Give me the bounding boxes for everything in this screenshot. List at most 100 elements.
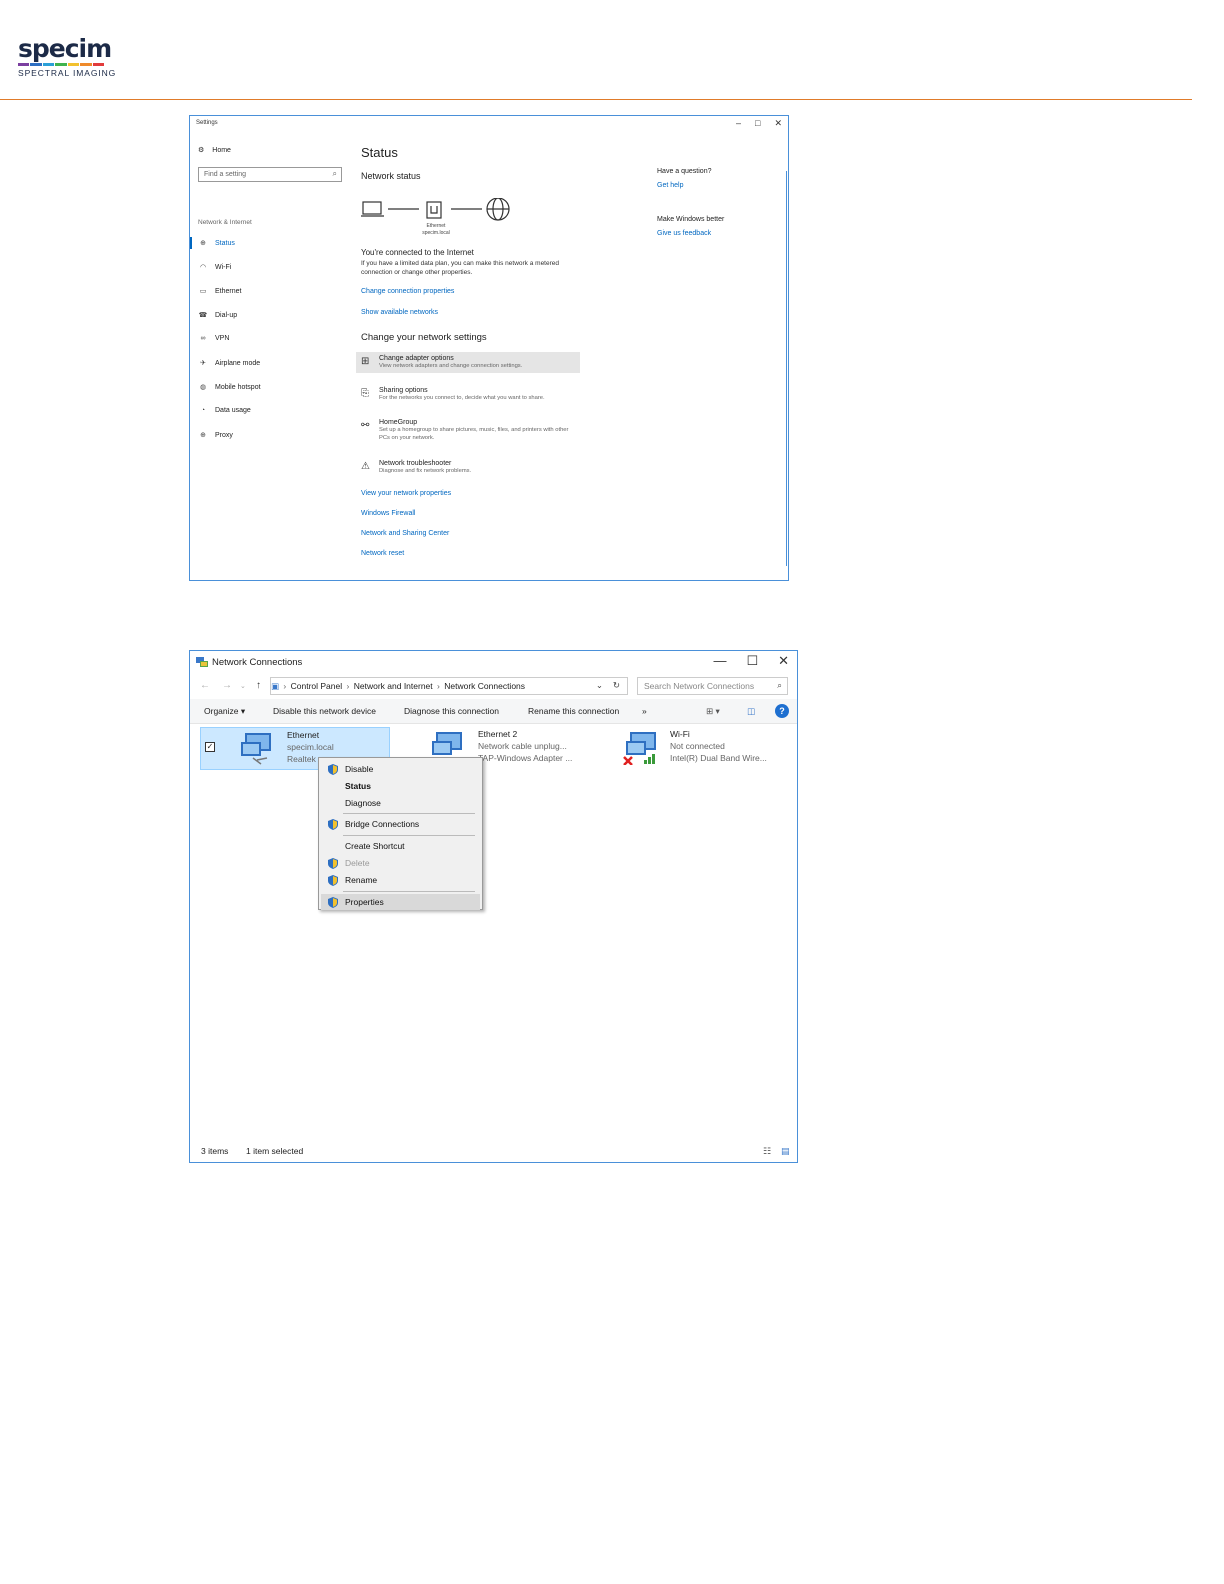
sidebar-item-label: Dial-up (215, 311, 238, 319)
warning-icon: ⚠ (361, 461, 370, 472)
sidebar-item-ethernet[interactable]: ▭ Ethernet (198, 287, 242, 296)
status-icon: ⊕ (200, 240, 206, 247)
network-reset-link[interactable]: Network reset (361, 550, 404, 557)
get-help-link[interactable]: Get help (657, 182, 683, 189)
logo-tagline: SPECTRAL IMAGING (18, 68, 117, 78)
menu-item-label: Status (345, 781, 371, 791)
refresh-icon[interactable]: ↻ (613, 680, 620, 691)
close-button[interactable]: ✕ (774, 118, 782, 129)
maximize-button[interactable]: □ (755, 118, 760, 129)
windows-firewall-link[interactable]: Windows Firewall (361, 510, 415, 517)
menu-separator (343, 813, 475, 814)
menu-item-diagnose[interactable]: Diagnose (321, 795, 480, 811)
minimize-button[interactable]: — (713, 653, 726, 669)
item-checkbox[interactable]: ✓ (205, 742, 215, 752)
change-adapter-options[interactable]: ⊞ Change adapter options View network ad… (356, 352, 580, 373)
sidebar-item-data-usage[interactable]: ◔ Data usage (198, 407, 251, 414)
homegroup-option[interactable]: ⚯ HomeGroup Set up a homegroup to share … (356, 416, 580, 445)
option-desc: For the networks you connect to, decide … (379, 395, 545, 401)
breadcrumb-item[interactable]: Control Panel (291, 681, 343, 691)
menu-item-label: Properties (345, 897, 384, 907)
sharing-icon: ⎘ (361, 388, 369, 399)
menu-item-label: Create Shortcut (345, 841, 405, 851)
view-network-properties-link[interactable]: View your network properties (361, 490, 451, 497)
connected-text: You're connected to the Internet (361, 248, 474, 257)
show-available-networks-link[interactable]: Show available networks (361, 309, 438, 316)
sidebar-item-airplane[interactable]: ✈ Airplane mode (198, 359, 261, 368)
back-arrow-icon[interactable]: ← (200, 680, 210, 691)
option-title: HomeGroup (379, 419, 418, 426)
command-bar: Organize ▾ Disable this network device D… (190, 699, 797, 724)
sidebar-item-vpn[interactable]: ∞ VPN (198, 335, 230, 342)
data-usage-icon: ◔ (200, 407, 206, 414)
help-icon[interactable]: ? (775, 704, 789, 718)
menu-item-disable[interactable]: Disable (321, 761, 480, 777)
network-troubleshooter[interactable]: ⚠ Network troubleshooter Diagnose and fi… (356, 457, 580, 478)
breadcrumb[interactable]: ▣ › Control Panel › Network and Internet… (270, 677, 628, 695)
connection-adapter: TAP-Windows Adapter ... (478, 753, 573, 763)
uac-shield-icon (328, 819, 338, 830)
menu-item-rename[interactable]: Rename (321, 872, 480, 888)
sidebar-home[interactable]: ⚙ Home (198, 146, 231, 155)
details-view-icon[interactable]: ☷ (763, 1146, 771, 1157)
sidebar-item-label: Data usage (215, 407, 251, 414)
header-rule (0, 99, 1192, 100)
more-commands-button[interactable]: » (642, 706, 647, 716)
recent-chevron-icon[interactable]: ⌄ (240, 682, 246, 690)
find-setting-input[interactable]: Find a setting ⌕ (198, 167, 342, 182)
sidebar-item-wifi[interactable]: ◠ Wi-Fi (198, 263, 231, 272)
connection-name: Wi-Fi (670, 729, 690, 739)
preview-pane-icon[interactable]: ◫ (747, 706, 755, 717)
uac-shield-icon (328, 875, 338, 886)
homegroup-icon: ⚯ (361, 420, 370, 431)
sidebar-item-status[interactable]: ⊕ Status (190, 237, 235, 249)
diagnose-connection-button[interactable]: Diagnose this connection (404, 706, 499, 716)
laptop-icon (361, 201, 384, 217)
dropdown-icon[interactable]: ⌄ (596, 680, 603, 691)
breadcrumb-item[interactable]: Network and Internet (354, 681, 433, 691)
menu-item-delete: Delete (321, 855, 480, 871)
change-connection-properties-link[interactable]: Change connection properties (361, 288, 454, 295)
chevron-right-icon: › (437, 681, 440, 691)
diagram-sub: specim.local (422, 230, 450, 236)
wifi-icon: ◠ (199, 264, 207, 271)
network-status-heading: Network status (361, 171, 421, 181)
menu-item-create-shortcut[interactable]: Create Shortcut (321, 838, 480, 854)
breadcrumb-item[interactable]: Network Connections (444, 681, 525, 691)
large-icons-view-icon[interactable]: ▤ (781, 1146, 790, 1157)
uac-shield-icon (328, 764, 338, 775)
diagram-label: Ethernet (426, 223, 446, 229)
minimize-button[interactable]: – (736, 118, 741, 129)
hotspot-icon: ◍ (199, 384, 207, 391)
sidebar-item-hotspot[interactable]: ◍ Mobile hotspot (198, 383, 261, 392)
search-input[interactable]: Search Network Connections ⌕ (637, 677, 788, 695)
page-title: Status (361, 145, 398, 160)
connection-wifi[interactable]: Wi-Fi Not connected Intel(R) Dual Band W… (584, 727, 774, 770)
airplane-icon: ✈ (200, 360, 206, 367)
chevron-right-icon: › (346, 681, 350, 691)
disable-device-button[interactable]: Disable this network device (273, 706, 376, 716)
address-bar-row: ← → ⌄ ↑ ▣ › Control Panel › Network and … (190, 674, 797, 699)
menu-item-status[interactable]: Status (321, 778, 480, 794)
sidebar-item-dialup[interactable]: ☎ Dial-up (198, 311, 238, 320)
sharing-options[interactable]: ⎘ Sharing options For the networks you c… (356, 384, 580, 405)
network-sharing-center-link[interactable]: Network and Sharing Center (361, 530, 449, 537)
up-arrow-icon[interactable]: ↑ (256, 680, 261, 691)
menu-item-bridge-connections[interactable]: Bridge Connections (321, 816, 480, 832)
scrollbar[interactable] (786, 171, 787, 566)
rename-connection-button[interactable]: Rename this connection (528, 706, 619, 716)
change-view-icon[interactable]: ⊞ ▾ (706, 706, 720, 717)
connection-adapter: Realtek (287, 754, 316, 764)
globe-icon (486, 198, 510, 221)
search-icon: ⌕ (777, 680, 782, 690)
give-feedback-link[interactable]: Give us feedback (657, 230, 711, 237)
menu-item-properties[interactable]: Properties (321, 894, 480, 910)
sidebar-item-label: Airplane mode (215, 359, 261, 367)
maximize-button[interactable]: ☐ (746, 653, 758, 669)
sidebar-category: Network & Internet (198, 219, 252, 226)
close-button[interactable]: ✕ (778, 653, 789, 669)
search-placeholder: Search Network Connections (644, 681, 755, 691)
sidebar-item-proxy[interactable]: ⊕ Proxy (198, 431, 233, 440)
organize-button[interactable]: Organize ▾ (204, 706, 245, 717)
forward-arrow-icon[interactable]: → (222, 680, 232, 691)
